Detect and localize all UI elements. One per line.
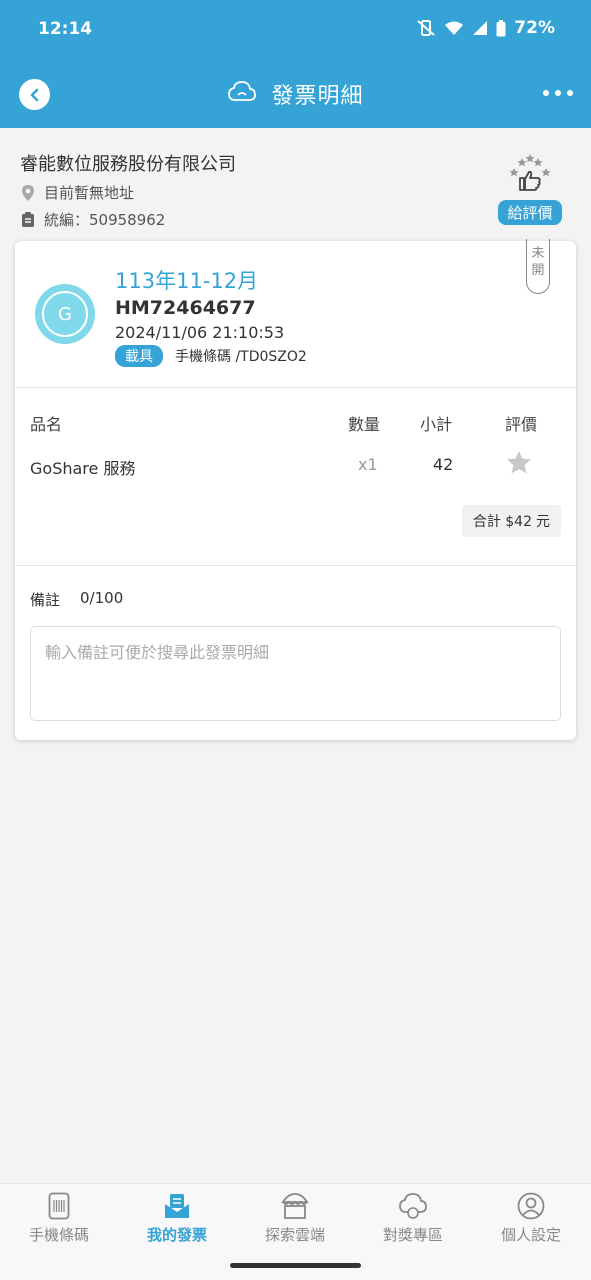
total-amount: 合計 $42 元 (461, 505, 561, 537)
memo-char-count: 0/100 (80, 589, 124, 607)
nav-personal-settings[interactable]: 個人設定 (472, 1192, 590, 1245)
phone-barcode-icon (48, 1192, 70, 1220)
more-options-button[interactable] (543, 83, 573, 103)
thumbs-up-stars-icon (506, 154, 554, 196)
dot-icon (567, 90, 573, 96)
unopened-status-tag: 未 開 (526, 239, 550, 294)
invoice-card: 未 開 G 113年11-12月 HM72464677 2024/11/06 2… (15, 239, 576, 740)
nav-label: 我的發票 (146, 1226, 207, 1244)
person-icon (517, 1192, 545, 1220)
memo-input[interactable] (30, 626, 561, 721)
home-indicator[interactable] (230, 1263, 361, 1268)
cloud-prize-icon (399, 1193, 427, 1219)
wifi-icon (444, 20, 464, 36)
page-title: 發票明細 (271, 84, 364, 109)
column-header-subtotal: 小計 (420, 415, 453, 434)
carrier-text: 手機條碼 /TD0SZO2 (175, 349, 307, 365)
mute-vibrate-icon (416, 19, 436, 37)
column-header-rating: 評價 (505, 415, 538, 434)
nav-label: 對獎專區 (382, 1226, 443, 1244)
signal-icon (472, 20, 488, 36)
nav-phone-barcode[interactable]: 手機條碼 (0, 1192, 118, 1245)
carrier-badge: 載具 (115, 345, 163, 367)
memo-label: 備註 (30, 591, 61, 609)
app-header: 12:14 72% 發票明細 (0, 0, 591, 128)
seller-tax-id: 統編：50958962 (44, 211, 166, 229)
cloud-icon (227, 80, 257, 108)
invoice-datetime: 2024/11/06 21:10:53 (115, 323, 285, 342)
divider (15, 565, 576, 566)
item-subtotal: 42 (433, 455, 454, 474)
rate-label: 給評價 (498, 200, 562, 225)
status-time: 12:14 (38, 19, 93, 39)
column-header-name: 品名 (30, 415, 63, 434)
item-name: GoShare 服務 (30, 459, 136, 478)
invoice-period: 113年11-12月 (115, 269, 259, 293)
column-header-qty: 數量 (348, 415, 381, 434)
battery-level: 72% (514, 18, 555, 38)
avatar-letter: G (42, 291, 88, 337)
star-icon (507, 451, 531, 474)
seller-info: 睿能數位服務股份有限公司 目前暫無地址 統編：50958962 (20, 150, 236, 230)
dot-icon (543, 90, 549, 96)
avatar: G (35, 284, 95, 344)
nav-label: 手機條碼 (28, 1226, 89, 1244)
status-icons: 72% (416, 18, 555, 38)
seller-name: 睿能數位服務股份有限公司 (20, 154, 236, 175)
invoice-number: HM72464677 (115, 297, 256, 319)
rate-item-button[interactable] (506, 450, 532, 479)
dot-icon (555, 90, 561, 96)
clipboard-icon (20, 212, 36, 227)
nav-explore-cloud[interactable]: 探索雲端 (236, 1192, 354, 1245)
nav-my-invoices[interactable]: 我的發票 (118, 1192, 236, 1245)
rate-seller-button[interactable]: 給評價 (494, 154, 566, 225)
seller-address: 目前暫無地址 (44, 184, 135, 202)
nav-prize-zone[interactable]: 對獎專區 (354, 1192, 472, 1245)
divider (15, 387, 576, 388)
item-qty: x1 (358, 455, 378, 474)
battery-icon (496, 19, 506, 37)
nav-label: 探索雲端 (264, 1226, 325, 1244)
location-pin-icon (20, 184, 36, 201)
invoice-icon (165, 1194, 189, 1218)
nav-label: 個人設定 (500, 1226, 561, 1244)
store-icon (281, 1193, 309, 1219)
